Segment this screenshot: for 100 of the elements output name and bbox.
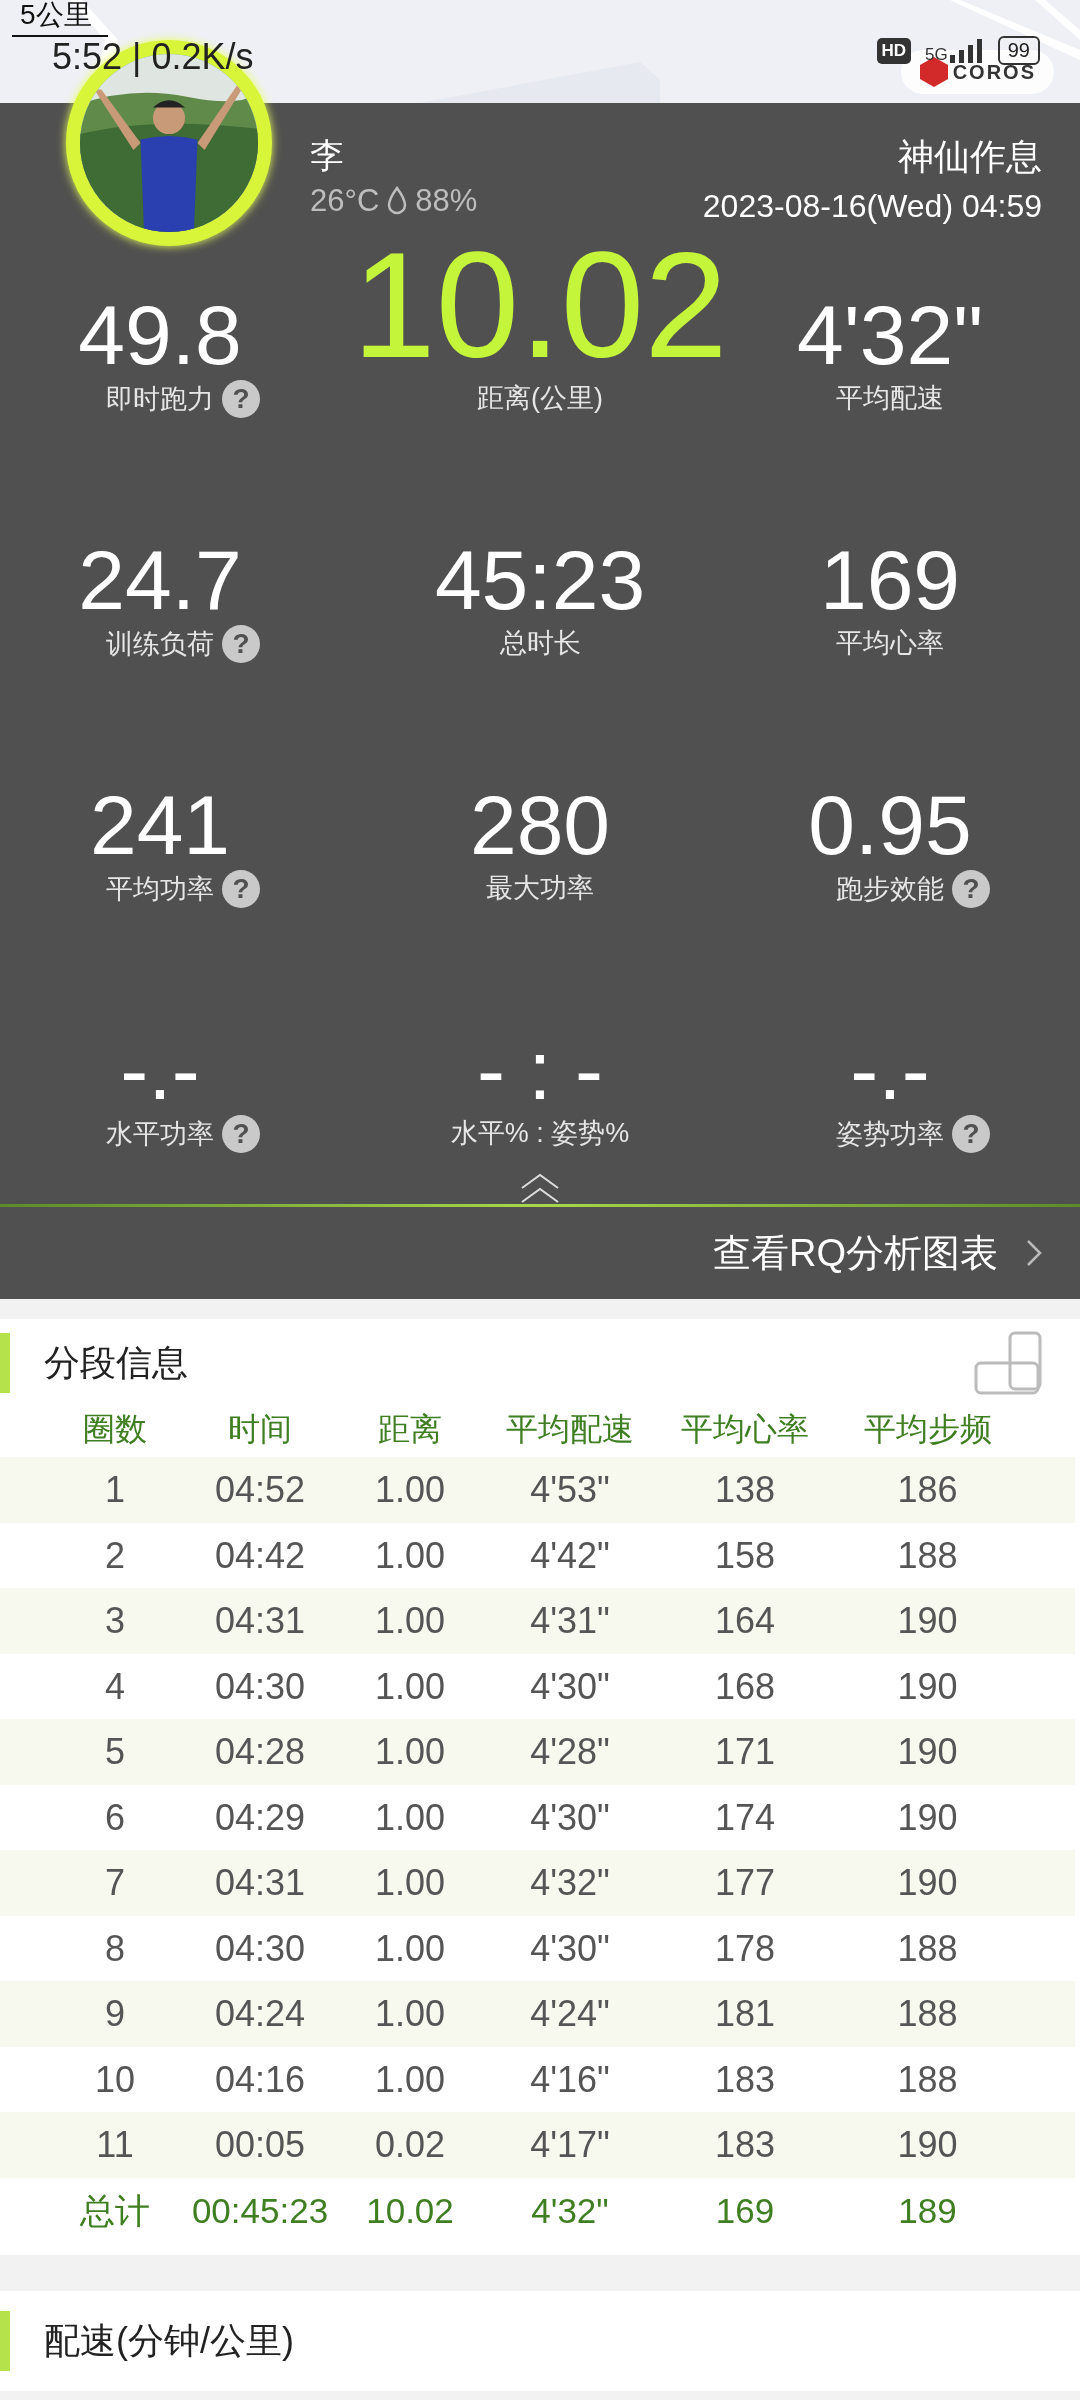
section-marker [0,1333,10,1393]
table-cell-text: 4'42" [529,1533,611,1578]
stat-value: 0.95 [808,780,972,870]
collapse-chevron-icon[interactable] [520,1172,560,1204]
table-cell-text: 1.00 [373,1533,447,1578]
activity-title: 神仙作息 [898,135,1042,179]
stat-label: 最大功率 [486,872,594,905]
stat-value: 169 [819,535,961,625]
stat-value: 4'32" [797,290,983,380]
table-cell: 177 [660,1850,830,1916]
table-cell: 190 [830,2112,1075,2178]
table-cell: 1 [0,1457,180,1523]
column-header: 时间 [227,1410,293,1449]
table-cell-text: 04:42 [213,1533,307,1578]
total-cell-text: 169 [714,2189,776,2232]
rq-chart-link[interactable]: 查看RQ分析图表 [713,1227,1042,1279]
stat-label: 即时跑力 [106,383,214,416]
table-cell: 190 [830,1850,1075,1916]
table-cell-text: 4'16" [529,2057,611,2102]
table-cell-text: 10 [93,2057,136,2102]
table-cell-text: 4'30" [529,1795,611,1840]
table-cell: 181 [660,1981,830,2047]
stat-value: 45:23 [434,535,646,625]
table-cell: 1.00 [340,1850,480,1916]
section-title: 分段信息 [44,1340,189,1385]
help-button[interactable]: ? [222,380,260,418]
table-cell-text: 04:29 [213,1795,307,1840]
activity-date: 2023-08-16(Wed) 04:59 [702,188,1042,225]
table-cell-text: 158 [713,1533,777,1578]
table-cell: 190 [830,1588,1075,1654]
table-cell-text: 04:30 [213,1664,307,1709]
table-cell: 0.02 [340,2112,480,2178]
table-cell-text: 1.00 [373,1795,447,1840]
table-cell: 9 [0,1981,180,2047]
stat-value: 24.7 [78,535,242,625]
table-cell: 190 [830,1719,1075,1785]
stat-label: 水平% : 姿势% [450,1117,630,1150]
table-cell: 164 [660,1588,830,1654]
total-cell-text: 总计 [79,2189,151,2232]
help-button[interactable]: ? [952,1115,990,1153]
stat-label: 姿势功率 [836,1118,944,1151]
table-cell: 7 [0,1850,180,1916]
stat-value: -.- [120,1025,200,1115]
table-cell-text: 4'30" [529,1664,611,1709]
table-cell: 183 [660,2112,830,2178]
table-cell: 4'31" [480,1588,660,1654]
stat-label: 水平功率 [106,1118,214,1151]
chevron-icon [1026,1239,1042,1267]
stat-value: 241 [89,780,231,870]
column-header: 平均步频 [862,1410,993,1449]
table-cell: 1.00 [340,1457,480,1523]
table-cell-text: 4'30" [529,1926,611,1971]
humidity-text: 88% [415,183,478,219]
help-button[interactable]: ? [222,625,260,663]
table-cell-text: 188 [896,2057,959,2102]
column-header: 平均配速 [505,1410,635,1449]
stat-label: 训练负荷 [106,628,214,661]
table-cell-text: 174 [713,1795,777,1840]
section-marker [0,2311,10,2371]
table-cell-text: 190 [896,1795,959,1840]
temperature-text: 26°C [310,183,380,219]
help-button[interactable]: ? [222,870,260,908]
table-cell: 11 [0,2112,180,2178]
stat-value: 280 [469,780,611,870]
table-cell: 4'32" [480,1850,660,1916]
table-cell-text: 188 [896,1533,959,1578]
table-cell: 4'53" [480,1457,660,1523]
table-cell-text: 8 [104,1926,126,1971]
total-cell-text: 00:45:23 [190,2189,330,2232]
stat-label: 距离(公里) [477,382,603,415]
table-cell: 04:24 [180,1981,340,2047]
table-cell: 1.00 [340,1719,480,1785]
table-cell-text: 4 [104,1664,126,1709]
table-cell-text: 2 [104,1533,126,1578]
table-cell-text: 190 [896,1664,959,1709]
table-cell: 138 [660,1457,830,1523]
table-cell-text: 6 [104,1795,126,1840]
table-cell-text: 168 [713,1664,777,1709]
help-button[interactable]: ? [222,1115,260,1153]
table-cell: 00:05 [180,2112,340,2178]
total-cell-text: 10.02 [365,2189,455,2232]
help-button[interactable]: ? [952,870,990,908]
total-cell-text: 189 [897,2189,958,2232]
stat-label: 平均功率 [106,873,214,906]
table-cell-text: 04:30 [213,1926,307,1971]
section-title: 配速(分钟/公里) [44,2318,295,2363]
table-cell-text: 1.00 [373,1926,447,1971]
table-cell: 188 [830,1981,1075,2047]
table-cell: 04:28 [180,1719,340,1785]
table-cell-text: 1.00 [373,1664,447,1709]
table-cell: 4'28" [480,1719,660,1785]
table-cell: 5 [0,1719,180,1785]
table-cell: 04:52 [180,1457,340,1523]
table-cell-text: 04:16 [213,2057,307,2102]
stat-label: 平均心率 [836,627,944,660]
total-cell-text: 4'32" [530,2189,610,2232]
stat-label: 跑步效能 [836,873,944,906]
stat-label: 总时长 [499,627,581,660]
stat-value: 10.02 [352,230,728,380]
table-cell: 04:31 [180,1850,340,1916]
